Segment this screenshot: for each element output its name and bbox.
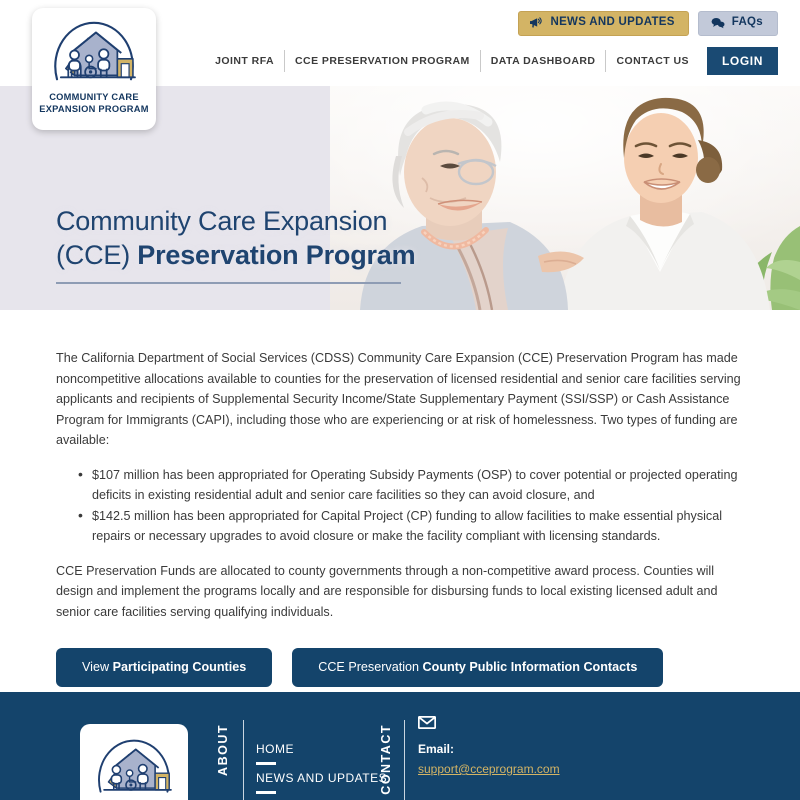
site-logo[interactable]: COMMUNITY CARE EXPANSION PROGRAM	[32, 8, 156, 130]
cta-primary-light: View	[82, 660, 113, 674]
footer-link-news-and-updates[interactable]: NEWS AND UPDATES	[256, 771, 387, 785]
footer-email-link[interactable]: support@cceprogram.com	[418, 762, 560, 776]
main-navigation: JOINT RFA CCE PRESERVATION PROGRAM DATA …	[205, 47, 778, 75]
page-title: Community Care Expansion (CCE) Preservat…	[56, 204, 416, 272]
cta-secondary-bold: County Public Information Contacts	[422, 660, 638, 674]
hero-text-block: Community Care Expansion (CCE) Preservat…	[56, 204, 416, 284]
hero-title-line2-light: (CCE)	[56, 240, 138, 270]
view-participating-counties-button[interactable]: View Participating Counties	[56, 648, 273, 687]
footer-contact-label: CONTACT	[379, 724, 393, 795]
nav-link-list: JOINT RFA CCE PRESERVATION PROGRAM DATA …	[205, 47, 699, 75]
cta-button-row: View Participating Counties CCE Preserva…	[56, 648, 744, 687]
main-content: The California Department of Social Serv…	[0, 310, 800, 687]
footer-divider	[243, 720, 244, 800]
utility-button-row: NEWS AND UPDATES FAQs	[518, 11, 778, 36]
site-footer: ABOUT HOME NEWS AND UPDATES CONTACT Emai…	[0, 692, 800, 800]
county-public-information-contacts-button[interactable]: CCE Preservation County Public Informati…	[292, 648, 664, 687]
megaphone-icon	[530, 17, 543, 29]
news-and-updates-button[interactable]: NEWS AND UPDATES	[518, 11, 689, 36]
logo-line-2: EXPANSION PROGRAM	[39, 104, 149, 114]
faqs-label: FAQs	[731, 16, 763, 29]
funding-types-list: $107 million has been appropriated for O…	[56, 464, 744, 547]
intro-paragraph: The California Department of Social Serv…	[56, 351, 741, 447]
footer-inner: ABOUT HOME NEWS AND UPDATES CONTACT Emai…	[0, 692, 800, 800]
site-logo-text: COMMUNITY CARE EXPANSION PROGRAM	[39, 91, 148, 115]
house-with-people-icon	[98, 739, 172, 793]
list-item: $142.5 million has been appropriated for…	[78, 505, 744, 547]
logo-line-1: COMMUNITY CARE	[49, 92, 139, 102]
speech-bubbles-icon	[711, 17, 725, 29]
nav-item-contact-us[interactable]: CONTACT US	[606, 55, 699, 67]
faqs-button[interactable]: FAQs	[697, 11, 778, 36]
hero-underline	[56, 282, 401, 284]
hero-title-line2-bold: Preservation Program	[137, 240, 416, 270]
footer-link-underline	[256, 791, 276, 794]
footer-email-label: Email:	[418, 742, 455, 756]
news-and-updates-label: NEWS AND UPDATES	[550, 16, 675, 29]
cta-primary-bold: Participating Counties	[112, 660, 247, 674]
nav-item-data-dashboard[interactable]: DATA DASHBOARD	[481, 55, 606, 67]
footer-logo[interactable]	[80, 724, 188, 800]
hero-title-line1: Community Care Expansion	[56, 206, 388, 236]
nav-item-joint-rfa[interactable]: JOINT RFA	[205, 55, 284, 67]
login-button[interactable]: LOGIN	[707, 47, 778, 75]
house-with-people-icon	[54, 21, 136, 81]
footer-about-label: ABOUT	[216, 724, 230, 776]
footer-contact-block: Email: support@cceprogram.com	[417, 715, 560, 778]
footer-divider	[404, 720, 405, 800]
nav-item-cce-preservation-program[interactable]: CCE PRESERVATION PROGRAM	[285, 55, 480, 67]
footer-link-underline	[256, 762, 276, 765]
page-root: NEWS AND UPDATES FAQs JOINT RFA CCE PRES…	[0, 0, 800, 800]
list-item: $107 million has been appropriated for O…	[78, 464, 744, 506]
envelope-icon	[417, 715, 560, 734]
cta-secondary-light: CCE Preservation	[318, 660, 423, 674]
allocation-paragraph: CCE Preservation Funds are allocated to …	[56, 563, 718, 619]
footer-link-home[interactable]: HOME	[256, 742, 294, 756]
